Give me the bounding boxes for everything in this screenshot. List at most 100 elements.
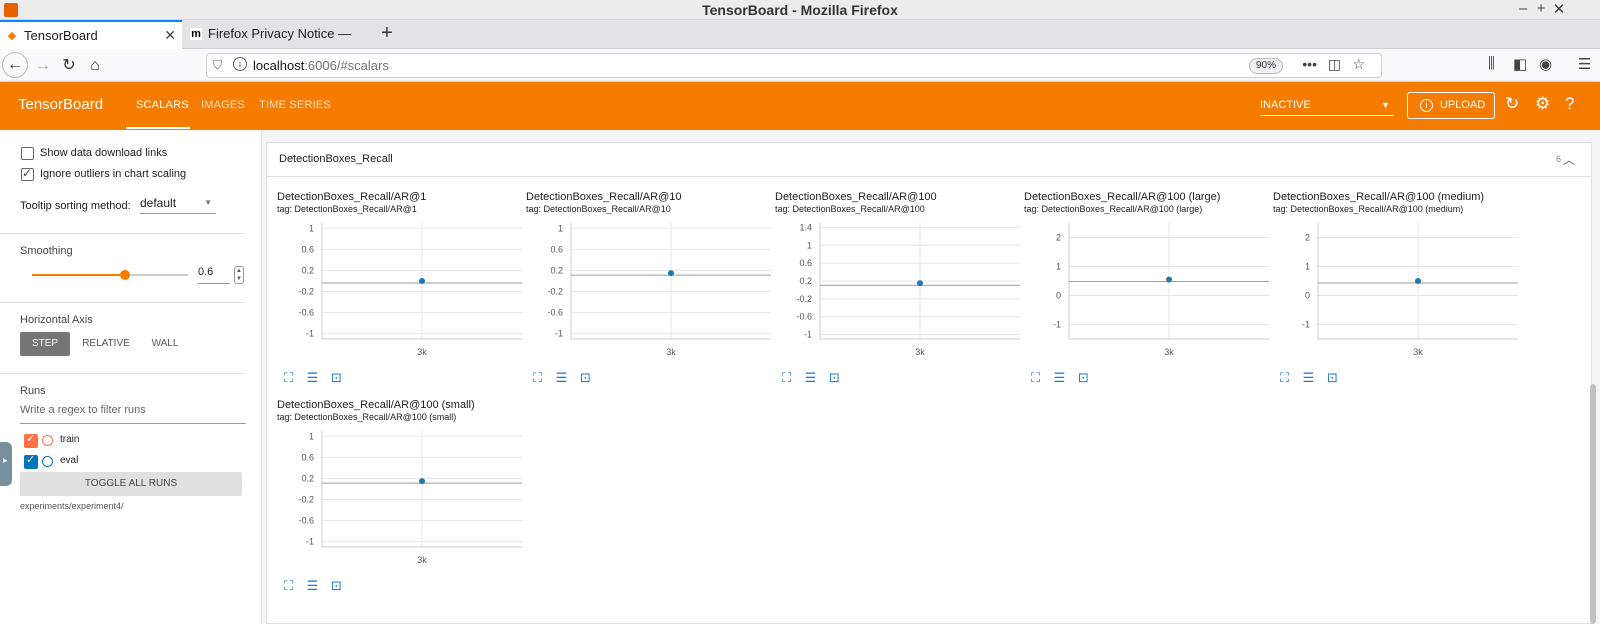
- haxis-relative-button[interactable]: RELATIVE: [76, 332, 136, 356]
- refresh-icon[interactable]: ↻: [1505, 94, 1519, 114]
- fullscreen-icon[interactable]: ⛶: [530, 371, 545, 384]
- toggle-all-runs-button[interactable]: TOGGLE ALL RUNS: [20, 472, 242, 496]
- chevron-up-icon[interactable]: ︿: [1563, 151, 1575, 168]
- site-info-icon[interactable]: i: [233, 57, 247, 71]
- chart-plot[interactable]: 1.4 1 0.6 0.2 -0.2 -0.6 -1 3k: [775, 213, 1025, 365]
- run-eval-checkbox[interactable]: [24, 453, 38, 469]
- scalar-chart[interactable]: DetectionBoxes_Recall/AR@1 tag: Detection…: [277, 191, 527, 401]
- window-title: TensorBoard - Mozilla Firefox: [702, 2, 898, 18]
- reload-icon[interactable]: ↻: [56, 53, 82, 79]
- mozilla-favicon-icon: m: [190, 28, 202, 40]
- ignore-outliers-checkbox[interactable]: [21, 166, 34, 181]
- tab-scalars[interactable]: SCALARS: [136, 99, 189, 111]
- fit-domain-icon[interactable]: ⊡: [578, 371, 593, 384]
- scalar-chart[interactable]: DetectionBoxes_Recall/AR@10 tag: Detectio…: [526, 191, 776, 401]
- data-point[interactable]: [917, 280, 923, 287]
- forward-icon[interactable]: →: [30, 53, 56, 79]
- fit-domain-icon[interactable]: ⊡: [827, 371, 842, 384]
- bookmark-star-icon[interactable]: ☆: [1352, 56, 1365, 73]
- close-window-icon[interactable]: ✕: [1550, 0, 1568, 18]
- y-tick-label: -0.2: [796, 294, 812, 304]
- sidebar-toggle-icon[interactable]: ◧: [1513, 55, 1527, 73]
- y-tick-label: 1: [309, 223, 314, 233]
- account-icon[interactable]: ◉: [1539, 55, 1552, 73]
- fullscreen-icon[interactable]: ⛶: [1277, 371, 1292, 384]
- tooltip-sorting-select[interactable]: default ▼: [140, 196, 216, 214]
- y-tick-label: -1: [1053, 320, 1061, 330]
- tracking-shield-icon[interactable]: ⛉: [213, 58, 222, 73]
- close-tab-icon[interactable]: ✕: [164, 21, 176, 50]
- smoothing-value-input[interactable]: 0.6: [198, 266, 230, 284]
- zoom-level[interactable]: 90%: [1248, 58, 1283, 74]
- fit-domain-icon[interactable]: ⊡: [1076, 371, 1091, 384]
- menu-icon[interactable]: ☰: [1578, 55, 1591, 73]
- back-icon[interactable]: ←: [2, 52, 28, 78]
- tab-privacy-notice[interactable]: m Firefox Privacy Notice —: [184, 20, 372, 49]
- scalar-chart[interactable]: DetectionBoxes_Recall/AR@100 (large) tag:…: [1024, 191, 1274, 401]
- horizontal-axis-heading: Horizontal Axis: [20, 314, 93, 326]
- chart-plot[interactable]: 1 0.6 0.2 -0.2 -0.6 -1 3k: [277, 421, 527, 573]
- maximize-icon[interactable]: +: [1532, 0, 1550, 17]
- show-download-links-checkbox[interactable]: [21, 147, 34, 160]
- haxis-step-button[interactable]: STEP: [20, 332, 70, 356]
- fullscreen-icon[interactable]: ⛶: [1028, 371, 1043, 384]
- y-tick-label: 0.2: [301, 265, 314, 275]
- run-train-checkbox[interactable]: [24, 432, 38, 448]
- toggle-log-scale-icon[interactable]: ☰: [1301, 371, 1316, 384]
- y-tick-label: 0: [1056, 291, 1061, 301]
- fullscreen-icon[interactable]: ⛶: [779, 371, 794, 384]
- y-tick-label: 2: [1056, 233, 1061, 243]
- plugin-selector[interactable]: INACTIVE ▼: [1260, 94, 1394, 116]
- home-icon[interactable]: ⌂: [82, 53, 108, 79]
- toggle-log-scale-icon[interactable]: ☰: [554, 371, 569, 384]
- tab-time-series[interactable]: TIME SERIES: [259, 99, 331, 111]
- new-tab-icon[interactable]: +: [376, 20, 398, 48]
- fit-domain-icon[interactable]: ⊡: [1325, 371, 1340, 384]
- runs-filter-input[interactable]: Write a regex to filter runs: [20, 404, 246, 424]
- library-icon[interactable]: ⫼: [1488, 55, 1495, 72]
- url-text[interactable]: localhost:6006/#scalars: [253, 58, 389, 73]
- data-point[interactable]: [668, 270, 674, 277]
- toggle-log-scale-icon[interactable]: ☰: [1052, 371, 1067, 384]
- smoothing-stepper[interactable]: ▲ ▼: [234, 266, 244, 284]
- data-point[interactable]: [419, 478, 425, 485]
- x-tick-label: 3k: [1413, 347, 1423, 357]
- data-point[interactable]: [419, 278, 425, 284]
- toggle-log-scale-icon[interactable]: ☰: [305, 579, 320, 592]
- settings-gear-icon[interactable]: ⚙: [1535, 94, 1550, 114]
- chart-plot[interactable]: 1 0.6 0.2 -0.2 -0.6 -1 3k: [526, 213, 776, 365]
- divider: [0, 302, 244, 303]
- run-train-label: train: [60, 434, 80, 445]
- category-count: 6: [1555, 154, 1561, 164]
- sidebar-collapse-handle[interactable]: [0, 442, 12, 486]
- url-bar[interactable]: ⛉ i localhost:6006/#scalars 90% ••• ◫ ☆: [206, 53, 1382, 78]
- scalar-chart[interactable]: DetectionBoxes_Recall/AR@100 (medium) tag…: [1273, 191, 1523, 401]
- tab-tensorboard[interactable]: ◆ TensorBoard ✕: [0, 20, 182, 49]
- scalar-chart[interactable]: DetectionBoxes_Recall/AR@100 tag: Detecti…: [775, 191, 1025, 401]
- y-tick-label: -1: [555, 329, 563, 339]
- smoothing-slider-handle[interactable]: [120, 270, 130, 280]
- toggle-log-scale-icon[interactable]: ☰: [803, 371, 818, 384]
- minimize-icon[interactable]: –: [1514, 0, 1532, 17]
- window-titlebar: TensorBoard - Mozilla Firefox – + ✕: [0, 0, 1600, 20]
- chart-plot[interactable]: 2 1 0 -1 3k: [1024, 213, 1274, 365]
- haxis-wall-button[interactable]: WALL: [142, 332, 188, 356]
- fit-domain-icon[interactable]: ⊡: [329, 371, 344, 384]
- chart-plot[interactable]: 2 1 0 -1 3k: [1273, 213, 1523, 365]
- data-point[interactable]: [1415, 278, 1421, 284]
- category-header[interactable]: DetectionBoxes_Recall 6 ︿: [267, 143, 1591, 177]
- page-actions-icon[interactable]: •••: [1302, 56, 1317, 72]
- scalar-chart[interactable]: DetectionBoxes_Recall/AR@100 (small) tag:…: [277, 399, 527, 609]
- fit-domain-icon[interactable]: ⊡: [329, 579, 344, 592]
- upload-button[interactable]: i UPLOAD: [1407, 92, 1495, 119]
- tab-images[interactable]: IMAGES: [201, 99, 245, 111]
- pocket-icon[interactable]: ◫: [1328, 56, 1341, 73]
- fullscreen-icon[interactable]: ⛶: [281, 579, 296, 592]
- fullscreen-icon[interactable]: ⛶: [281, 371, 296, 384]
- toggle-log-scale-icon[interactable]: ☰: [305, 371, 320, 384]
- help-icon[interactable]: ?: [1565, 94, 1574, 114]
- page-scrollbar[interactable]: [1590, 384, 1596, 624]
- chart-plot[interactable]: 1 0.6 0.2 -0.2 -0.6 -1 3k: [277, 213, 527, 365]
- data-point[interactable]: [1166, 276, 1172, 283]
- run-eval-label: eval: [60, 455, 79, 466]
